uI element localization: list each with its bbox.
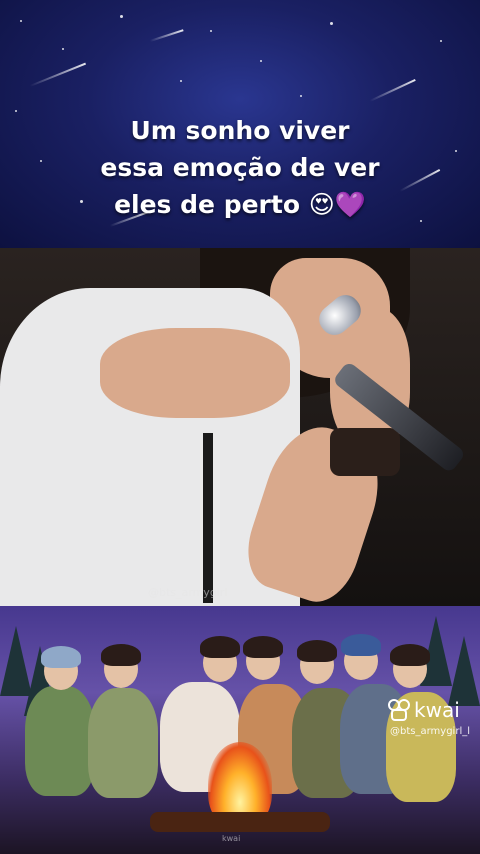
- star: [210, 30, 212, 32]
- star: [300, 95, 302, 97]
- star: [260, 60, 262, 62]
- campfire-logs: [150, 812, 330, 832]
- star: [440, 40, 442, 42]
- caption-line-2: essa emoção de ver: [100, 153, 380, 182]
- bottom-watermark: kwai: [222, 834, 241, 843]
- video-frame[interactable]: @bts_armygirl: [0, 248, 480, 606]
- video-watermark: @bts_armygirl: [148, 586, 228, 599]
- shooting-star: [149, 29, 184, 42]
- star: [330, 22, 333, 25]
- member-hair: [341, 634, 381, 656]
- kwai-user-handle: @bts_armygirl_l: [390, 726, 470, 737]
- member-hair: [41, 646, 81, 668]
- member-hair: [243, 636, 283, 658]
- shirt-strap: [203, 433, 213, 603]
- member-hair: [101, 644, 141, 666]
- kwai-brand: kwai: [388, 698, 460, 722]
- wrist-band: [330, 428, 400, 476]
- member-hair: [390, 644, 430, 666]
- bottom-illustration: kwai @bts_armygirl_l kwai: [0, 606, 480, 854]
- tree: [448, 636, 480, 706]
- member-figure: [88, 688, 158, 798]
- kwai-logo-icon: [388, 699, 410, 721]
- kwai-brand-text: kwai: [414, 698, 460, 722]
- star: [120, 15, 123, 18]
- member-figure: [25, 686, 95, 796]
- star: [62, 48, 64, 50]
- performer-arm: [100, 328, 290, 418]
- member-hair: [297, 640, 337, 662]
- member-hair: [200, 636, 240, 658]
- shooting-star: [369, 78, 416, 102]
- caption-text: Um sonho viver essa emoção de ver eles d…: [0, 112, 480, 223]
- star: [180, 80, 182, 82]
- top-starry-panel: Um sonho viver essa emoção de ver eles d…: [0, 0, 480, 248]
- caption-line-1: Um sonho viver: [130, 116, 350, 145]
- shooting-star: [29, 62, 87, 87]
- caption-line-3: eles de perto 😍💜: [114, 190, 366, 219]
- star: [20, 20, 22, 22]
